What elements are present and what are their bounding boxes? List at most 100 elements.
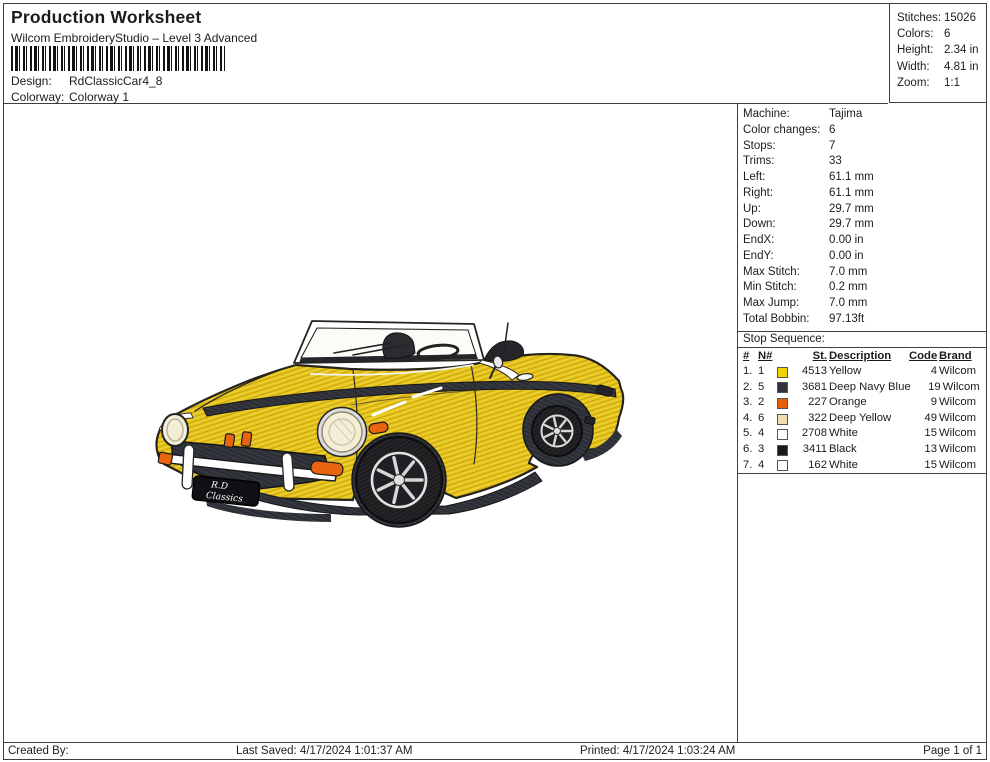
stat-row: Height:2.34 in	[890, 42, 986, 58]
printed-text: Printed: 4/17/2024 1:03:24 AM	[580, 745, 735, 757]
machine-info-rows: Machine:TajimaColor changes:6Stops:7Trim…	[738, 104, 987, 328]
machine-info-row-label: Max Stitch:	[743, 265, 829, 281]
machine-info-row-label: Right:	[743, 186, 829, 202]
stop-cell-description: Deep Yellow	[829, 411, 907, 427]
machine-info-row: Up:29.7 mm	[738, 202, 987, 218]
stop-cell-description: White	[829, 458, 907, 474]
rear-marker	[584, 416, 595, 425]
stop-cell-stitches: 3411	[794, 442, 827, 458]
stop-cell-description: Yellow	[829, 364, 907, 380]
stop-sequence-row: 3.2227Orange9Wilcom	[743, 395, 983, 411]
machine-info-row-value: 61.1 mm	[829, 186, 874, 202]
stop-sequence-table: #N#St.DescriptionCodeBrand1.14513Yellow4…	[738, 348, 987, 474]
nose-marker	[158, 452, 173, 465]
page-number: Page 1 of 1	[923, 745, 982, 757]
design-stats-panel: Stitches:15026Colors:6Height:2.34 inWidt…	[889, 4, 986, 103]
stop-cell-num: 4.	[743, 411, 756, 427]
colorway-label: Colorway:	[11, 90, 69, 104]
thread-color-swatch	[777, 414, 788, 425]
stop-cell-brand: Wilcom	[939, 395, 983, 411]
stop-sequence-row: 1.14513Yellow4Wilcom	[743, 364, 983, 380]
machine-info-panel: Machine:TajimaColor changes:6Stops:7Trim…	[737, 104, 987, 742]
stop-sequence-row: 7.4162White15Wilcom	[743, 458, 983, 474]
stop-cell-brand: Wilcom	[939, 364, 983, 380]
header-section: Production Worksheet Wilcom EmbroiderySt…	[4, 4, 888, 104]
machine-info-row-value: 0.00 in	[829, 233, 864, 249]
stop-cell-code: 15	[909, 426, 937, 442]
stop-cell-description: White	[829, 426, 907, 442]
stop-cell-code: 9	[909, 395, 937, 411]
front-wheel	[356, 437, 442, 523]
stop-cell-brand: Wilcom	[943, 380, 987, 396]
stat-row-label: Zoom:	[897, 75, 944, 91]
machine-info-row: Total Bobbin:97.13ft	[738, 312, 987, 328]
design-label: Design:	[11, 74, 69, 88]
stop-col-header: #	[743, 349, 756, 365]
footer-bar: Created By: Last Saved: 4/17/2024 1:01:3…	[3, 742, 987, 760]
stat-row-value: 6	[944, 26, 950, 42]
machine-info-row-value: Tajima	[829, 107, 862, 123]
stop-cell-description: Orange	[829, 395, 907, 411]
stop-cell-code: 4	[909, 364, 937, 380]
stop-cell-needle: 4	[758, 458, 775, 474]
machine-info-row-value: 33	[829, 154, 842, 170]
stop-cell-brand: Wilcom	[939, 426, 983, 442]
thread-color-swatch	[777, 382, 788, 393]
stop-sequence-row: 5.42708White15Wilcom	[743, 426, 983, 442]
design-value: RdClassicCar4_8	[69, 74, 162, 88]
stop-col-header: Brand	[939, 349, 983, 365]
machine-info-row: Min Stitch:0.2 mm	[738, 280, 987, 296]
machine-info-row-label: EndX:	[743, 233, 829, 249]
stop-cell-code: 13	[909, 442, 937, 458]
stop-cell-brand: Wilcom	[939, 442, 983, 458]
stat-row-label: Height:	[897, 42, 944, 58]
thread-color-swatch	[777, 398, 788, 409]
stat-row-label: Stitches:	[897, 10, 944, 26]
machine-info-row-value: 7	[829, 139, 835, 155]
stop-col-header: Description	[829, 349, 907, 365]
machine-info-row-label: Down:	[743, 217, 829, 233]
stop-cell-needle: 1	[758, 364, 775, 380]
stat-row-label: Width:	[897, 59, 944, 75]
design-preview-area: R.D Classics	[4, 104, 737, 742]
headlight-left	[162, 414, 188, 446]
stop-cell-stitches: 162	[794, 458, 827, 474]
machine-info-row: Trims:33	[738, 154, 987, 170]
stat-row: Zoom:1:1	[890, 75, 986, 91]
rear-wheel	[532, 406, 582, 456]
stat-row-label: Colors:	[897, 26, 944, 42]
stop-cell-code: 15	[909, 458, 937, 474]
machine-info-row-value: 6	[829, 123, 835, 139]
machine-info-row-label: Color changes:	[743, 123, 829, 139]
last-saved-text: Last Saved: 4/17/2024 1:01:37 AM	[236, 745, 412, 757]
car-group: R.D Classics	[156, 321, 623, 527]
stop-cell-needle: 3	[758, 442, 775, 458]
stat-row-value: 15026	[944, 10, 976, 26]
stat-row-value: 4.81 in	[944, 59, 979, 75]
thread-color-swatch	[777, 445, 788, 456]
stat-row: Colors:6	[890, 26, 986, 42]
stop-cell-num: 1.	[743, 364, 756, 380]
grille-indicator-left	[224, 434, 235, 448]
stop-cell-stitches: 3681	[794, 380, 827, 396]
bumper-guard-right	[282, 453, 295, 492]
stat-row-value: 2.34 in	[944, 42, 979, 58]
machine-info-row-label: Trims:	[743, 154, 829, 170]
plate-text-line1: R.D	[210, 480, 229, 492]
design-name-row: Design: RdClassicCar4_8	[11, 74, 162, 88]
machine-info-row-label: Machine:	[743, 107, 829, 123]
colorway-row: Colorway: Colorway 1	[11, 90, 129, 104]
machine-info-row-label: Min Stitch:	[743, 280, 829, 296]
stop-cell-brand: Wilcom	[939, 411, 983, 427]
stop-cell-description: Deep Navy Blue	[829, 380, 911, 396]
machine-info-row-value: 29.7 mm	[829, 217, 874, 233]
stop-sequence-row: 6.33411Black13Wilcom	[743, 442, 983, 458]
stop-cell-num: 5.	[743, 426, 756, 442]
machine-info-row-label: EndY:	[743, 249, 829, 265]
machine-info-row-value: 0.2 mm	[829, 280, 867, 296]
production-worksheet-page: Production Worksheet Wilcom EmbroiderySt…	[0, 0, 990, 762]
colorway-value: Colorway 1	[69, 90, 129, 104]
stop-sequence-row: 2.53681Deep Navy Blue19Wilcom	[743, 380, 983, 396]
stop-col-header: Code	[909, 349, 937, 365]
classic-car-artwork: R.D Classics	[4, 104, 737, 742]
